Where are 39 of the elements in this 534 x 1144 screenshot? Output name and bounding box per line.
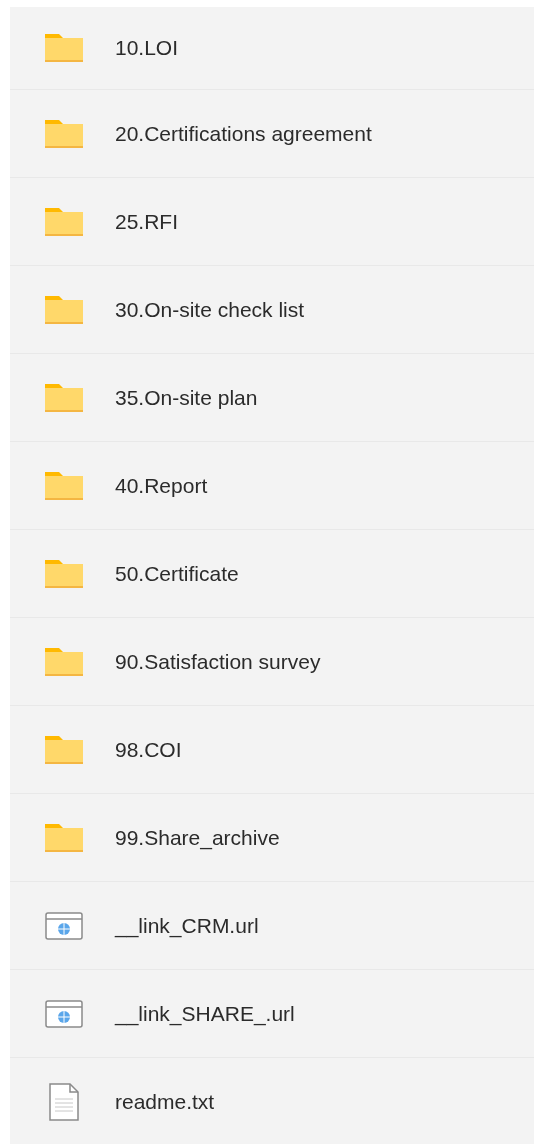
file-name: 99.Share_archive [115,824,280,852]
folder-icon [44,207,83,236]
folder-icon [44,295,83,324]
folder-icon [44,559,83,588]
web-link-icon [44,999,83,1028]
folder-icon [44,735,83,764]
file-name: 98.COI [115,736,182,763]
file-name: 10.LOI [115,35,179,62]
file-name: 20.Certifications agreement [115,120,372,147]
file-name: __link_CRM.url [115,912,259,940]
file-list-item[interactable]: 10.LOI [10,7,534,90]
file-list-item[interactable]: 98.COI [10,706,534,794]
file-list-item[interactable]: 40.Report [10,442,534,530]
file-list-item[interactable]: readme.txt [10,1058,534,1144]
file-name: 35.On-site plan [115,384,258,411]
file-name: __link_SHARE_.url [115,1000,295,1028]
file-list-item[interactable]: 30.On-site check list [10,266,534,354]
folder-icon [44,471,83,500]
file-name: 25.RFI [115,208,179,235]
document-icon [48,1082,79,1121]
file-list-item[interactable]: 20.Certifications agreement [10,90,534,178]
folder-icon [44,34,83,62]
folder-icon [44,647,83,676]
file-list-item[interactable]: 25.RFI [10,178,534,266]
file-list-item[interactable]: __link_CRM.url [10,882,534,970]
file-list-item[interactable]: 99.Share_archive [10,794,534,882]
web-link-icon [44,911,83,940]
file-list-item[interactable]: __link_SHARE_.url [10,970,534,1058]
folder-icon [44,823,83,852]
file-name: 90.Satisfaction survey [115,648,321,675]
file-name: 50.Certificate [115,560,239,587]
file-name: 40.Report [115,472,208,499]
file-list-item[interactable]: 90.Satisfaction survey [10,618,534,706]
file-list-item[interactable]: 35.On-site plan [10,354,534,442]
folder-icon [44,119,83,148]
file-name: 30.On-site check list [115,296,305,323]
file-name: readme.txt [115,1088,215,1115]
folder-icon [44,383,83,412]
file-list-item[interactable]: 50.Certificate [10,530,534,618]
